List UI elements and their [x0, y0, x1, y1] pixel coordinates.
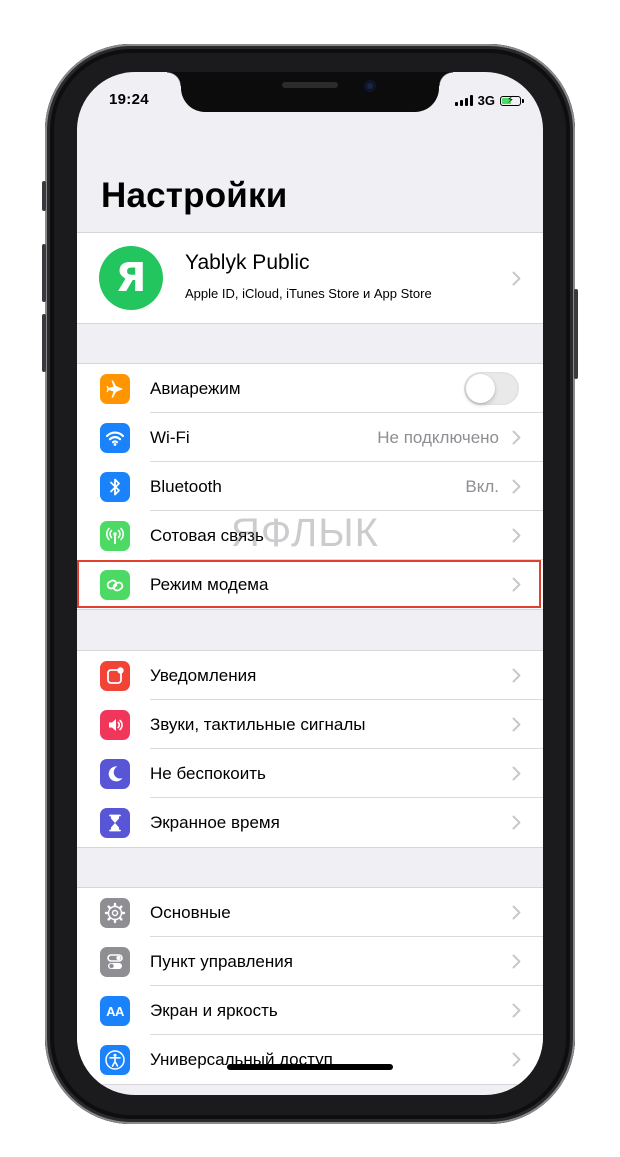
power-button: [574, 289, 578, 379]
avatar-letter: Я: [115, 255, 147, 301]
chevron-right-icon: [512, 430, 521, 445]
notch: [167, 72, 453, 112]
switches-icon: [100, 947, 130, 977]
silent-switch: [42, 181, 46, 211]
volume-up-button: [42, 244, 46, 302]
settings-row-personal-hotspot[interactable]: Режим модема: [77, 560, 543, 609]
chevron-right-icon: [512, 905, 521, 920]
chevron-right-icon: [512, 766, 521, 781]
settings-row-accessibility[interactable]: Универсальный доступ: [77, 1035, 543, 1084]
chevron-right-icon: [512, 1003, 521, 1018]
watermark: ЯФЛЫК: [231, 511, 379, 555]
avatar: Я: [99, 246, 163, 310]
settings-row-general[interactable]: Основные: [77, 888, 543, 937]
home-indicator[interactable]: [227, 1064, 393, 1070]
network-type: 3G: [477, 93, 495, 108]
wifi-icon: [100, 423, 130, 453]
antenna-icon: [100, 521, 130, 551]
toggle-knob: [466, 374, 495, 403]
chevron-right-icon: [512, 717, 521, 732]
settings-row-display-brightness[interactable]: AA Экран и яркость: [77, 986, 543, 1035]
connectivity-group: Авиарежим Wi-Fi Не подключено Bluetooth …: [77, 363, 543, 610]
settings-row-notifications[interactable]: Уведомления: [77, 651, 543, 700]
chevron-right-icon: [512, 815, 521, 830]
phone-screen: 19:24 3G ⚡ Настройки Я Yablyk Public App…: [77, 72, 543, 1095]
front-camera: [364, 80, 376, 92]
status-indicators: 3G ⚡: [454, 93, 524, 108]
settings-row-label: Основные: [150, 902, 231, 922]
moon-icon: [100, 759, 130, 789]
chevron-right-icon: [512, 1052, 521, 1067]
settings-row-do-not-disturb[interactable]: Не беспокоить: [77, 749, 543, 798]
chevron-right-icon: [512, 577, 521, 592]
chevron-right-icon: [512, 954, 521, 969]
settings-row-label: Wi-Fi: [150, 427, 190, 447]
status-time: 19:24: [109, 91, 149, 108]
profile-row[interactable]: Я Yablyk Public Apple ID, iCloud, iTunes…: [77, 233, 543, 323]
page-title: Настройки: [101, 176, 288, 215]
settings-row-screen-time[interactable]: Экранное время: [77, 798, 543, 847]
aa-text-icon: AA: [100, 996, 130, 1026]
signal-icon: [454, 95, 473, 106]
chevron-right-icon: [512, 479, 521, 494]
settings-row-sounds[interactable]: Звуки, тактильные сигналы: [77, 700, 543, 749]
profile-group: Я Yablyk Public Apple ID, iCloud, iTunes…: [77, 232, 543, 324]
gear-icon: [100, 898, 130, 928]
notifications-icon: [100, 661, 130, 691]
volume-down-button: [42, 314, 46, 372]
profile-subtitle: Apple ID, iCloud, iTunes Store и App Sto…: [185, 286, 432, 301]
profile-name: Yablyk Public: [185, 251, 310, 274]
bluetooth-icon: [100, 472, 130, 502]
notifications-group: Уведомления Звуки, тактильные сигналы Не…: [77, 650, 543, 848]
chevron-right-icon: [512, 668, 521, 683]
airplane-mode-toggle[interactable]: [464, 372, 519, 405]
settings-row-control-center[interactable]: Пункт управления: [77, 937, 543, 986]
battery-icon: ⚡: [500, 95, 524, 106]
settings-row-label: Звуки, тактильные сигналы: [150, 714, 366, 734]
chevron-right-icon: [512, 271, 521, 286]
settings-row-value: Не подключено: [377, 427, 499, 447]
settings-row-airplane: Авиарежим: [77, 364, 543, 413]
chevron-right-icon: [512, 528, 521, 543]
general-group: Основные Пункт управления AA Экран и ярк…: [77, 887, 543, 1085]
accessibility-icon: [100, 1045, 130, 1075]
settings-row-label: Авиарежим: [150, 378, 241, 398]
settings-row-label: Режим модема: [150, 574, 269, 594]
settings-row-label: Уведомления: [150, 665, 257, 685]
settings-row-label: Bluetooth: [150, 476, 222, 496]
aa-icon-text: AA: [106, 1003, 124, 1019]
settings-row-label: Экран и яркость: [150, 1000, 278, 1020]
speaker-icon: [100, 710, 130, 740]
settings-row-label: Не беспокоить: [150, 763, 266, 783]
settings-row-label: Экранное время: [150, 812, 280, 832]
earpiece-speaker: [282, 82, 338, 88]
settings-row-value: Вкл.: [465, 476, 499, 496]
airplane-icon: [100, 374, 130, 404]
settings-row-bluetooth[interactable]: Bluetooth Вкл.: [77, 462, 543, 511]
hourglass-icon: [100, 808, 130, 838]
chain-link-icon: [100, 570, 130, 600]
settings-row-label: Пункт управления: [150, 951, 293, 971]
settings-row-wifi[interactable]: Wi-Fi Не подключено: [77, 413, 543, 462]
